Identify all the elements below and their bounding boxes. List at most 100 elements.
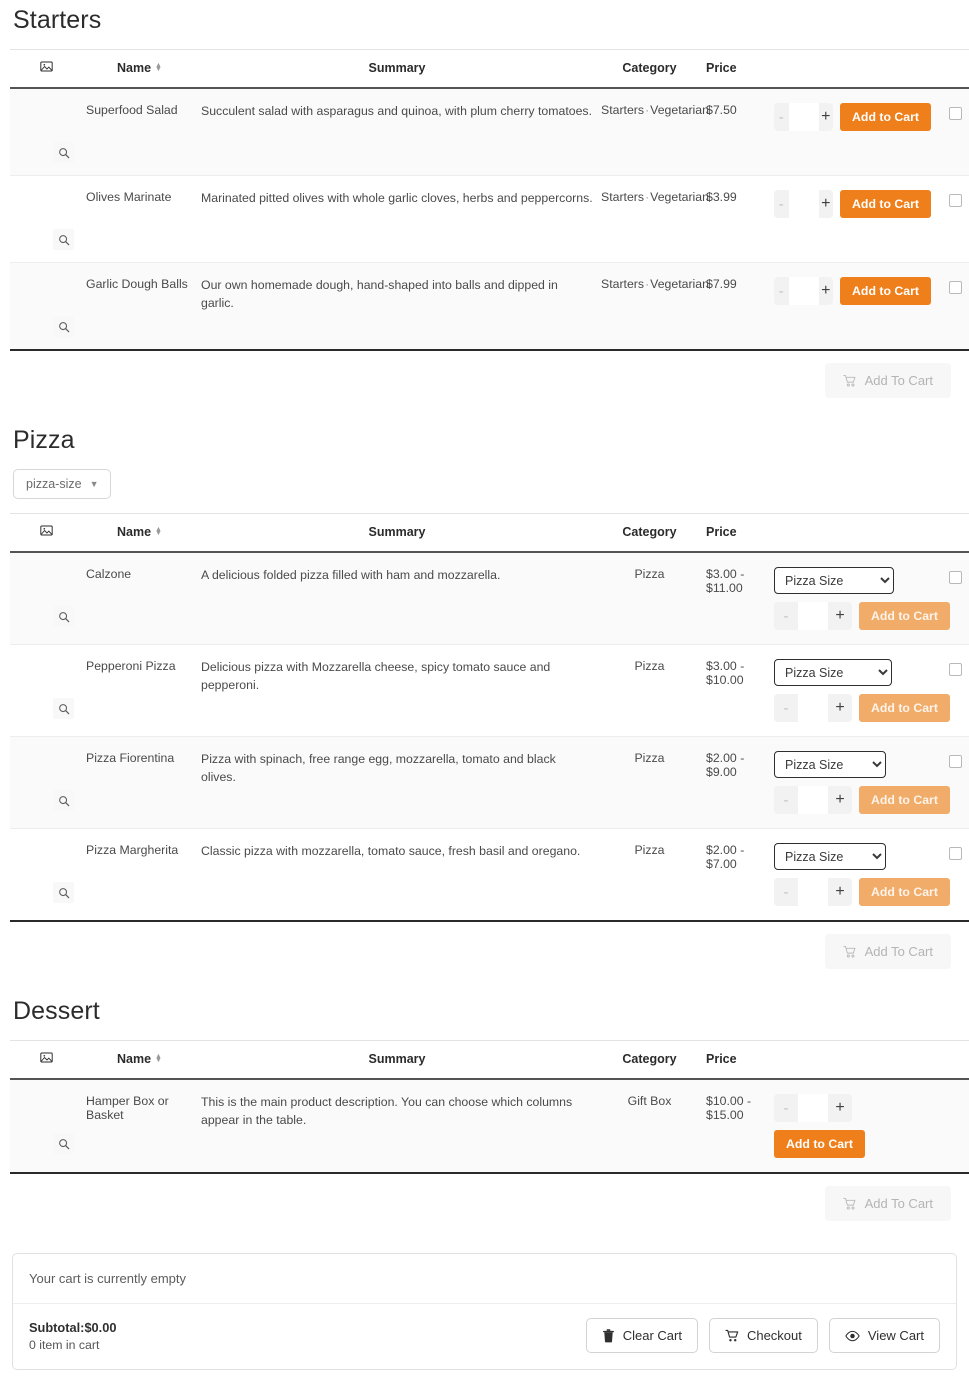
quantity-stepper[interactable]: - + (774, 694, 852, 722)
quantity-decrement-button[interactable]: - (774, 277, 789, 305)
add-to-cart-button[interactable]: Add to Cart (859, 694, 950, 722)
pizza-size-select[interactable]: Pizza Size (774, 751, 886, 778)
magnifier-icon[interactable] (53, 606, 74, 627)
product-thumbnail[interactable] (14, 190, 74, 250)
quantity-input[interactable] (798, 694, 828, 722)
quantity-input[interactable] (798, 1094, 828, 1122)
column-header-name[interactable]: Name ▲ ▼ (82, 513, 197, 553)
column-header-name[interactable]: Name ▲ ▼ (82, 1040, 197, 1080)
quantity-input[interactable] (788, 277, 819, 305)
clear-cart-button[interactable]: Clear Cart (585, 1318, 698, 1353)
sort-arrows-icon[interactable]: ▲ ▼ (155, 62, 162, 73)
magnifier-icon[interactable] (53, 882, 74, 903)
sort-arrows-icon[interactable]: ▲ ▼ (155, 1053, 162, 1064)
column-header-price: Price (702, 49, 770, 89)
quantity-decrement-button[interactable]: - (774, 878, 798, 906)
row-select-checkbox[interactable] (948, 571, 962, 584)
product-thumbnail[interactable] (14, 1094, 74, 1154)
add-to-cart-button[interactable]: Add to Cart (840, 190, 931, 218)
quantity-stepper[interactable]: - + (774, 277, 834, 305)
category-secondary: Vegetarian (650, 277, 709, 291)
row-select-checkbox[interactable] (948, 663, 962, 676)
quantity-stepper[interactable]: - + (774, 602, 852, 630)
quantity-input[interactable] (798, 602, 828, 630)
row-select-checkbox[interactable] (948, 107, 962, 120)
pizza-size-select[interactable]: Pizza Size (774, 659, 892, 686)
image-icon (39, 524, 53, 537)
quantity-decrement-button[interactable]: - (774, 1094, 798, 1122)
column-label-price: Price (706, 525, 737, 539)
add-to-cart-button[interactable]: Add to Cart (859, 602, 950, 630)
product-thumbnail[interactable] (14, 103, 74, 163)
checkout-button[interactable]: Checkout (708, 1318, 818, 1353)
row-select-checkbox[interactable] (948, 755, 962, 768)
column-header-price: Price (702, 513, 770, 553)
bulk-add-bar: Add To Cart (10, 922, 959, 991)
quantity-decrement-button[interactable]: - (774, 602, 798, 630)
sort-arrows-icon[interactable]: ▲ ▼ (155, 526, 162, 537)
magnifier-icon[interactable] (53, 698, 74, 719)
add-to-cart-button[interactable]: Add to Cart (859, 878, 950, 906)
magnifier-icon[interactable] (53, 316, 74, 337)
cart-icon (842, 374, 857, 388)
quantity-stepper[interactable]: - + (774, 786, 852, 814)
quantity-increment-button[interactable]: + (819, 190, 834, 218)
cell-price: $7.50 (702, 88, 770, 176)
quantity-increment-button[interactable]: + (828, 602, 852, 630)
quantity-decrement-button[interactable]: - (774, 103, 789, 131)
add-to-cart-button[interactable]: Add to Cart (774, 1130, 865, 1158)
add-to-cart-button[interactable]: Add to Cart (859, 786, 950, 814)
row-select-checkbox[interactable] (948, 281, 962, 294)
cell-category: Pizza (597, 552, 702, 645)
quantity-increment-button[interactable]: + (828, 1094, 852, 1122)
quantity-input[interactable] (788, 103, 819, 131)
magnifier-icon[interactable] (53, 142, 74, 163)
cell-select (935, 175, 969, 263)
row-select-checkbox[interactable] (948, 847, 962, 860)
category-secondary: Vegetarian (650, 103, 709, 117)
product-thumbnail[interactable] (14, 659, 74, 719)
filter-pizza-size-button[interactable]: pizza-size ▼ (13, 469, 111, 499)
quantity-input[interactable] (788, 190, 819, 218)
pizza-size-select[interactable]: Pizza Size (774, 843, 886, 870)
quantity-stepper[interactable]: - + (774, 103, 834, 131)
pizza-size-select[interactable]: Pizza Size (774, 567, 894, 594)
column-header-name[interactable]: Name ▲ ▼ (82, 49, 197, 89)
magnifier-icon[interactable] (53, 1133, 74, 1154)
quantity-stepper[interactable]: - + (774, 1094, 852, 1122)
quantity-input[interactable] (798, 786, 828, 814)
quantity-increment-button[interactable]: + (828, 694, 852, 722)
add-to-cart-button[interactable]: Add to Cart (840, 277, 931, 305)
product-thumbnail[interactable] (14, 843, 74, 903)
category-primary: Starters (601, 277, 645, 291)
quantity-stepper[interactable]: - + (774, 878, 852, 906)
product-thumbnail[interactable] (14, 751, 74, 811)
quantity-input[interactable] (798, 878, 828, 906)
add-to-cart-button[interactable]: Add to Cart (840, 103, 931, 131)
table-header-row: Name ▲ ▼ Summary Category Price (10, 49, 969, 89)
cell-select (935, 262, 969, 351)
category-primary: Pizza (634, 843, 665, 857)
cell-summary: A delicious folded pizza filled with ham… (197, 552, 597, 645)
table-row: Pizza Fiorentina Pizza with spinach, free… (10, 736, 969, 829)
product-thumbnail[interactable] (14, 567, 74, 627)
product-thumbnail[interactable] (14, 277, 74, 337)
magnifier-icon[interactable] (53, 790, 74, 811)
quantity-increment-button[interactable]: + (819, 277, 834, 305)
row-select-checkbox[interactable] (948, 194, 962, 207)
quantity-decrement-button[interactable]: - (774, 190, 789, 218)
quantity-increment-button[interactable]: + (828, 786, 852, 814)
magnifier-icon[interactable] (53, 229, 74, 250)
quantity-decrement-button[interactable]: - (774, 786, 798, 814)
quantity-increment-button[interactable]: + (828, 878, 852, 906)
quantity-increment-button[interactable]: + (819, 103, 834, 131)
bulk-add-to-cart-button[interactable]: Add To Cart (824, 1186, 951, 1221)
quantity-stepper[interactable]: - + (774, 190, 834, 218)
category-primary: Pizza (634, 659, 665, 673)
bulk-add-to-cart-button[interactable]: Add To Cart (824, 363, 951, 398)
quantity-decrement-button[interactable]: - (774, 694, 798, 722)
controls-stack: Pizza Size - + Add to Cart (774, 659, 950, 722)
view-cart-button[interactable]: View Cart (828, 1318, 940, 1353)
column-header-summary: Summary (197, 513, 597, 553)
bulk-add-to-cart-button[interactable]: Add To Cart (824, 934, 951, 969)
